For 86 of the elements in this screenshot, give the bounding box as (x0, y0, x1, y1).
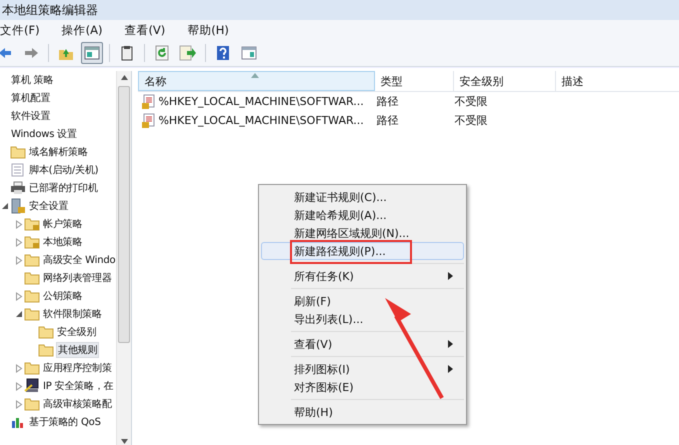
locked-folder-icon (24, 217, 40, 231)
column-header[interactable]: 类型 (375, 71, 454, 91)
tree-item[interactable]: 公钥策略 (42, 289, 84, 303)
computer-key-icon (24, 378, 40, 394)
folder-icon (24, 289, 40, 303)
expand-arrow-icon[interactable] (15, 382, 23, 390)
refresh-icon (154, 45, 170, 61)
rule-document-icon (141, 112, 156, 128)
export-icon (179, 45, 197, 61)
back-arrow-icon (0, 46, 12, 60)
tree-item[interactable]: 网络列表管理器 (42, 271, 113, 285)
tree-item[interactable]: 安全设置 (28, 199, 70, 213)
tree-item[interactable]: 高级安全 Windo (42, 253, 116, 267)
help-icon (216, 45, 230, 61)
expand-arrow-icon[interactable] (15, 256, 23, 264)
tree-button[interactable] (81, 42, 103, 64)
context-menu-item[interactable]: 刷新(F) (261, 292, 464, 310)
collapse-arrow-icon[interactable] (1, 202, 9, 210)
expand-arrow-icon[interactable] (15, 292, 23, 300)
bar-chart-icon (10, 415, 26, 429)
rule-document-icon (141, 94, 156, 110)
table-cell: %HKEY_LOCAL_MACHINE\SOFTWAR... (158, 95, 364, 108)
action-pane-icon (241, 46, 257, 60)
folder-icon (24, 307, 40, 321)
folder-icon (24, 253, 40, 267)
tree-pane-icon (84, 46, 100, 60)
tree-item[interactable]: 帐户策略 (42, 217, 84, 231)
server-lock-icon (10, 198, 26, 214)
folder-icon (38, 325, 54, 339)
tree-item[interactable]: 算机配置 (10, 91, 52, 105)
sort-arrow-icon (251, 73, 260, 78)
script-icon (10, 163, 26, 177)
expand-arrow-icon[interactable] (15, 238, 23, 246)
table-cell: %HKEY_LOCAL_MACHINE\SOFTWAR... (158, 114, 364, 127)
scroll-thumb[interactable] (118, 86, 130, 343)
scroll-down-icon[interactable] (120, 439, 128, 444)
tree-item[interactable]: 应用程序控制策 (42, 361, 113, 375)
tree-item[interactable]: 高级审核策略配 (42, 397, 113, 411)
forward-arrow-icon (23, 46, 39, 60)
context-menu-item[interactable]: 对齐图标(E) (261, 378, 464, 396)
expand-arrow-icon[interactable] (15, 400, 23, 408)
column-header[interactable]: 安全级别 (454, 71, 556, 91)
table-cell-text: 不受限 (453, 113, 488, 128)
menu-item[interactable]: 查看(V) (124, 22, 166, 38)
scrollbar[interactable] (116, 71, 132, 445)
context-menu-item[interactable]: 新建网络区域规则(N)... (261, 224, 464, 242)
folder-icon (24, 361, 40, 375)
scroll-up-icon[interactable] (120, 75, 128, 80)
table-cell-text: 路径 (375, 113, 400, 128)
context-menu-item[interactable]: 所有任务(K) (261, 267, 464, 285)
folder-icon (10, 145, 26, 159)
tree-item[interactable]: 软件设置 (10, 109, 52, 123)
context-menu-item[interactable]: 新建证书规则(C)... (261, 188, 464, 206)
tree-item[interactable]: IP 安全策略，在 (42, 379, 114, 393)
context-menu-item[interactable]: 新建哈希规则(A)... (261, 206, 464, 224)
context-menu-item[interactable]: 导出列表(L)... (261, 310, 464, 328)
table-cell-text: 不受限 (453, 94, 488, 109)
menu-item[interactable]: 操作(A) (62, 22, 102, 38)
tree-item[interactable]: 本地策略 (42, 235, 84, 249)
menu-item[interactable]: 文件(F) (0, 22, 40, 38)
tree-item[interactable]: 域名解析策略 (28, 145, 89, 159)
tree-item[interactable]: 脚本(启动/关机) (28, 163, 100, 177)
tree-item[interactable]: 其他规则 (56, 342, 100, 358)
window-title: 本地组策略编辑器 (2, 2, 98, 18)
column-header[interactable]: 描述 (556, 71, 679, 91)
collapse-arrow-icon[interactable] (15, 310, 23, 318)
expand-arrow-icon[interactable] (15, 220, 23, 228)
tree-item[interactable]: Windows 设置 (10, 127, 78, 141)
expand-arrow-icon[interactable] (15, 364, 23, 372)
tree-item[interactable]: 已部署的打印机 (28, 181, 99, 195)
column-header[interactable]: 名称 (138, 71, 376, 91)
tree-item[interactable]: 算机 策略 (10, 73, 54, 87)
printer-icon (10, 181, 26, 195)
folder-icon (24, 271, 40, 285)
folder-icon (38, 343, 54, 357)
tree-item[interactable]: 基于策略的 QoS (28, 415, 102, 429)
tree-item[interactable]: 软件限制策略 (42, 307, 103, 321)
locked-folder-icon (24, 235, 40, 249)
clipboard-icon (120, 45, 134, 61)
folder-icon (24, 397, 40, 411)
tree-item[interactable]: 安全级别 (56, 325, 98, 339)
table-cell-text: 路径 (375, 94, 400, 109)
context-menu-item[interactable]: 排列图标(I) (261, 360, 464, 378)
context-menu-item[interactable]: 帮助(H) (261, 403, 464, 421)
menu-item[interactable]: 帮助(H) (187, 22, 229, 38)
context-menu-item[interactable]: 查看(V) (261, 335, 464, 353)
